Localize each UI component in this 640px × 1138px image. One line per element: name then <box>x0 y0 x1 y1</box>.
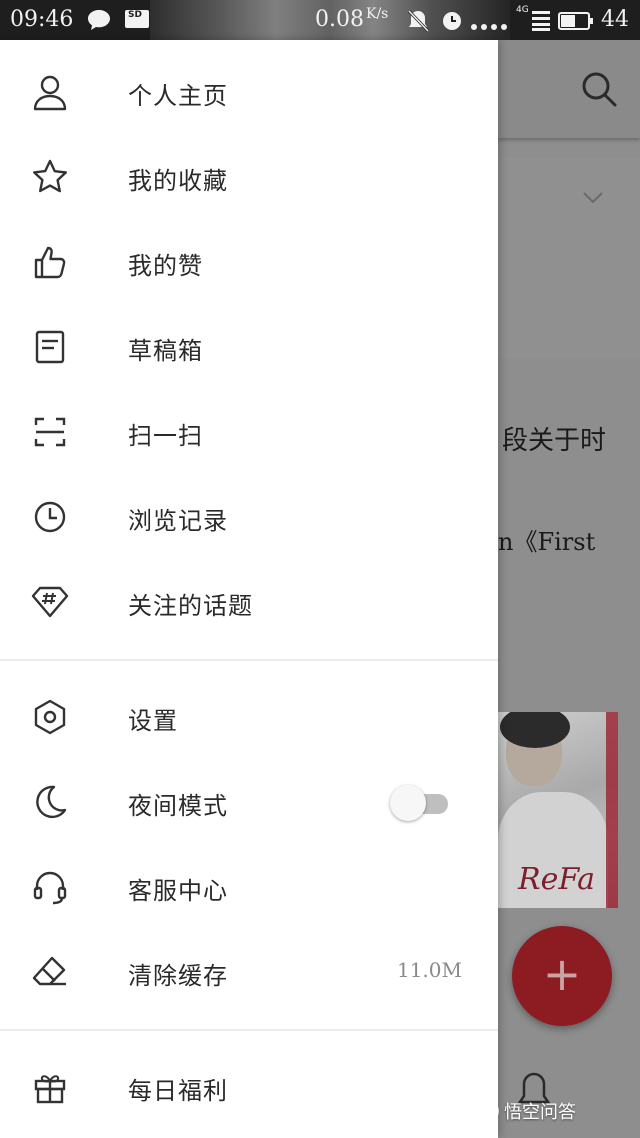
ad-brand-text: ReFa <box>518 862 596 897</box>
draft-icon <box>30 327 70 367</box>
mute-bell-icon <box>405 8 431 38</box>
night-mode-toggle[interactable] <box>390 784 452 822</box>
background-article-text-2: n《First <box>498 528 596 556</box>
menu-item-label: 每日福利 <box>128 1077 228 1105</box>
background-ad-image: ReFa <box>498 712 618 908</box>
menu-item-label: 草稿箱 <box>128 337 203 365</box>
background-app-scrim[interactable]: 段关于时 n《First ReFa + <box>498 40 640 1138</box>
status-time: 09:46 <box>10 7 74 32</box>
chevron-down-icon <box>582 190 604 209</box>
battery-icon <box>558 12 594 34</box>
navigation-drawer: 个人主页 我的收藏 我的赞 草稿箱 扫一扫 浏览记录 关注的话题 设置 夜间模式… <box>0 40 498 1138</box>
menu-item-profile[interactable]: 个人主页 <box>0 48 498 132</box>
menu-item-drafts[interactable]: 草稿箱 <box>0 303 498 387</box>
cache-size: 11.0M <box>396 958 462 982</box>
menu-item-label: 客服中心 <box>128 877 228 905</box>
divider <box>0 659 498 661</box>
scan-icon <box>30 412 70 452</box>
sd-card-label: SD <box>128 10 142 20</box>
menu-item-favorites[interactable]: 我的收藏 <box>0 133 498 217</box>
battery-level: 44 <box>601 7 629 32</box>
moon-icon <box>30 782 70 822</box>
menu-item-daily-gift[interactable]: 每日福利 <box>0 1043 498 1127</box>
alarm-clock-icon <box>440 8 464 36</box>
status-bar: 09:46 SD 0.08 K/s 4G 44 <box>0 0 640 40</box>
menu-item-customer-service[interactable]: 客服中心 <box>0 843 498 927</box>
menu-item-clear-cache[interactable]: 清除缓存 11.0M <box>0 928 498 1012</box>
more-dots-icon <box>470 16 508 35</box>
settings-hexagon-icon <box>30 697 70 737</box>
network-speed-unit: K/s <box>366 6 389 22</box>
menu-item-history[interactable]: 浏览记录 <box>0 473 498 557</box>
network-speed: 0.08 <box>315 7 364 32</box>
menu-item-label: 我的收藏 <box>128 167 228 195</box>
chat-bubble-icon <box>86 8 112 36</box>
topic-hashtag-icon <box>30 582 70 622</box>
history-clock-icon <box>30 497 70 537</box>
gift-icon <box>30 1067 70 1107</box>
menu-item-scan[interactable]: 扫一扫 <box>0 388 498 472</box>
network-type: 4G <box>516 5 529 15</box>
background-card <box>498 158 640 358</box>
menu-item-label: 关注的话题 <box>128 592 253 620</box>
menu-item-label: 清除缓存 <box>128 962 228 990</box>
watermark-text: 悟空问答 <box>504 1102 576 1123</box>
user-icon <box>30 72 70 112</box>
background-article-text: 段关于时 <box>502 426 607 456</box>
sd-card-icon: SD <box>124 9 150 33</box>
menu-item-label: 个人主页 <box>128 82 228 110</box>
headset-icon <box>30 867 70 907</box>
eraser-icon <box>30 952 70 992</box>
menu-item-label: 夜间模式 <box>128 792 228 820</box>
signal-icon <box>532 9 550 35</box>
menu-item-label: 浏览记录 <box>128 507 228 535</box>
menu-item-likes[interactable]: 我的赞 <box>0 218 498 302</box>
menu-item-label: 我的赞 <box>128 252 203 280</box>
menu-item-label: 设置 <box>128 707 178 735</box>
menu-item-followed-topics[interactable]: 关注的话题 <box>0 558 498 642</box>
divider <box>0 1029 498 1031</box>
background-toolbar <box>498 40 640 138</box>
star-icon <box>30 157 70 197</box>
menu-item-label: 扫一扫 <box>128 422 203 450</box>
toggle-knob <box>390 785 426 821</box>
menu-item-night-mode[interactable]: 夜间模式 <box>0 758 498 842</box>
search-icon <box>580 70 618 112</box>
thumbs-up-icon <box>30 242 70 282</box>
menu-item-settings[interactable]: 设置 <box>0 673 498 757</box>
add-post-fab[interactable]: + <box>512 926 612 1026</box>
